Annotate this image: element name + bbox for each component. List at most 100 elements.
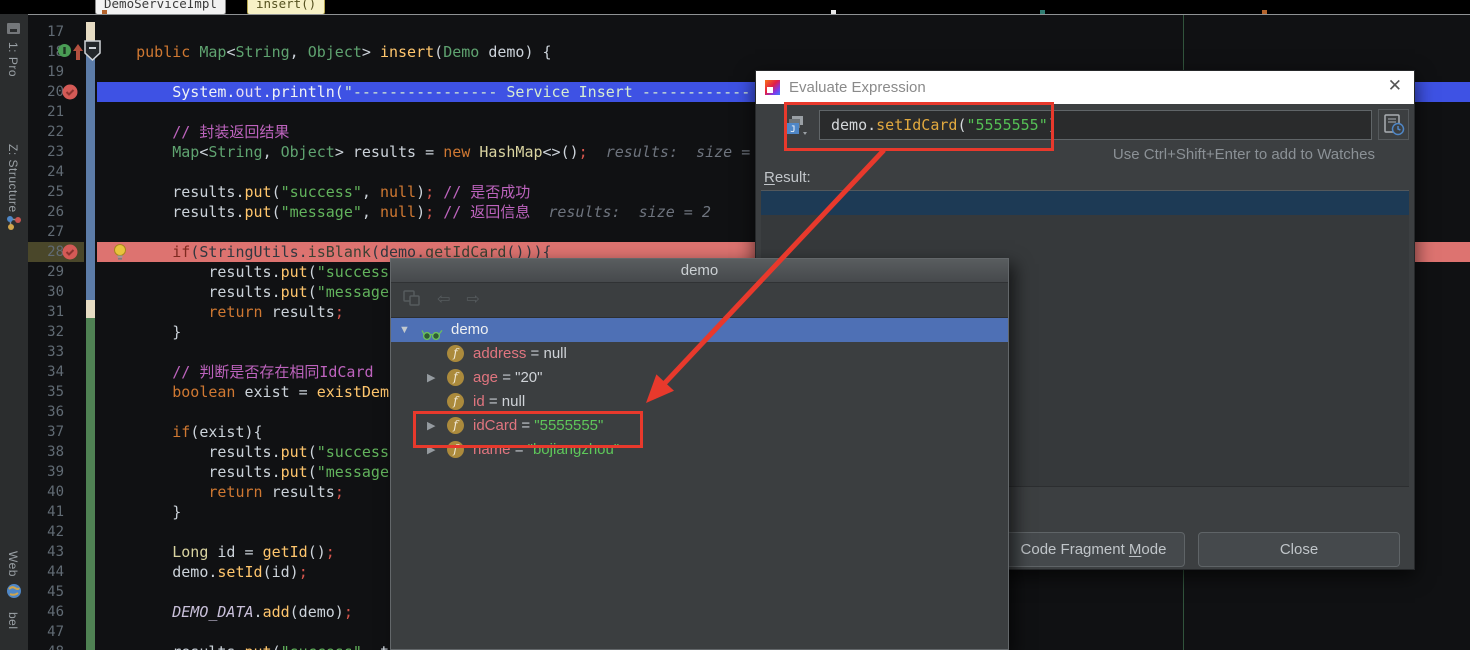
vcs-marker-added [86, 318, 95, 650]
chevron-down-icon[interactable]: ▼ [399, 318, 410, 342]
line-number[interactable]: 25 [34, 182, 64, 202]
line-number[interactable]: 22 [34, 122, 64, 142]
code-text: return results; [100, 302, 344, 322]
tree-row-field-address[interactable]: faddress = null [391, 342, 1008, 366]
result-panel: result = undefined [761, 190, 1409, 216]
line-number[interactable]: 28 [34, 242, 64, 262]
line-number[interactable]: 42 [34, 522, 64, 542]
line-number[interactable]: 45 [34, 582, 64, 602]
field-name: age [473, 369, 498, 386]
line-number[interactable]: 37 [34, 422, 64, 442]
code-text: results.put("success", t [100, 642, 389, 650]
equals-sign: = [498, 369, 515, 386]
copy-icon[interactable] [403, 290, 421, 311]
line-number[interactable]: 47 [34, 622, 64, 642]
field-icon: f [447, 393, 464, 410]
back-arrow-icon[interactable]: ⇦ [437, 292, 450, 308]
breadcrumb-class-chip[interactable]: DemoServiceImpl [95, 0, 226, 14]
watches-hint: Use Ctrl+Shift+Enter to add to Watches [1113, 146, 1375, 163]
tree-row-root-demo[interactable]: ▼ demo [391, 318, 1008, 342]
line-number[interactable]: 38 [34, 442, 64, 462]
code-fragment-mode-button[interactable]: Code Fragment Mode [1002, 532, 1185, 567]
code-text: System.out.println("---------------- Ser… [100, 82, 750, 102]
line-number[interactable]: 21 [34, 102, 64, 122]
line-number[interactable]: 35 [34, 382, 64, 402]
override-marker-icon[interactable] [57, 43, 72, 63]
history-icon[interactable] [1378, 109, 1409, 140]
ide-screen: DemoServiceImpl insert() 1: Pro Z: Struc… [0, 0, 1470, 650]
line-number[interactable]: 19 [34, 62, 64, 82]
line-number[interactable]: 36 [34, 402, 64, 422]
tree-row-field-age[interactable]: ▶fage = "20" [391, 366, 1008, 390]
line-number[interactable]: 31 [34, 302, 64, 322]
line-number[interactable]: 24 [34, 162, 64, 182]
line-number[interactable]: 30 [34, 282, 64, 302]
line-number[interactable]: 26 [34, 202, 64, 222]
idea-logo-icon [765, 80, 780, 95]
code-text: } [100, 502, 181, 522]
line-number[interactable]: 17 [34, 22, 64, 42]
code-line-18[interactable]: 18 public Map<String, Object> insert(Dem… [28, 42, 1470, 62]
line-number[interactable]: 27 [34, 222, 64, 242]
code-text: results.put("success [100, 262, 389, 282]
dialog-titlebar[interactable]: Evaluate Expression ✕ [756, 71, 1414, 104]
line-number[interactable]: 41 [34, 502, 64, 522]
sidebar-item-project[interactable]: 1: Pro [6, 42, 20, 77]
field-value: null [502, 393, 525, 410]
breadcrumb-method-chip[interactable]: insert() [247, 0, 325, 14]
annotation-rect-expression [784, 102, 1054, 151]
chevron-right-icon[interactable]: ▶ [427, 366, 435, 390]
line-number[interactable]: 39 [34, 462, 64, 482]
vcs-marker-changed [86, 300, 95, 318]
line-number[interactable]: 33 [34, 342, 64, 362]
line-number[interactable]: 20 [34, 82, 64, 102]
forward-arrow-icon[interactable]: ⇨ [466, 292, 479, 308]
code-text: results.put("success [100, 442, 389, 462]
code-text: results.put("success", null); // 是否成功 [100, 182, 530, 202]
debugger-inline-hint: results: size = [588, 143, 751, 161]
web-icon[interactable] [5, 582, 23, 600]
stripe-mark [1262, 10, 1267, 14]
line-number[interactable]: 32 [34, 322, 64, 342]
code-text: Long id = getId(); [100, 542, 335, 562]
sidebar-item-label-partial[interactable]: bel [6, 612, 20, 630]
equals-sign: = [485, 393, 502, 410]
debugger-inline-hint: results: size = 2 [530, 203, 711, 221]
line-number[interactable]: 40 [34, 482, 64, 502]
stripe-mark [102, 10, 107, 14]
tree-root-label: demo [451, 318, 489, 342]
project-icon[interactable] [5, 19, 23, 37]
dialog-title: Evaluate Expression [789, 79, 926, 96]
close-button[interactable]: Close [1198, 532, 1400, 567]
sidebar-item-structure[interactable]: Z: Structure [6, 144, 20, 213]
line-number[interactable]: 43 [34, 542, 64, 562]
code-line-17[interactable]: 17 [28, 22, 1470, 42]
sidebar-item-web[interactable]: Web [6, 551, 20, 577]
code-text: } [100, 322, 181, 342]
code-text: results.put("message", null); // 返回信息 re… [100, 202, 711, 222]
editor-top-bar: DemoServiceImpl insert() [0, 0, 1470, 14]
code-text: results.put("message [100, 282, 389, 302]
popup-title[interactable]: demo [391, 259, 1008, 283]
line-number[interactable]: 48 [34, 642, 64, 650]
field-name: id [473, 393, 485, 410]
line-number[interactable]: 23 [34, 142, 64, 162]
popup-toolbar: ⇦ ⇨ [391, 283, 1008, 318]
code-text: boolean exist = existDem [100, 382, 389, 402]
line-number[interactable]: 34 [34, 362, 64, 382]
line-number[interactable]: 46 [34, 602, 64, 622]
editor-flag-icon[interactable] [84, 40, 101, 66]
code-text: public Map<String, Object> insert(Demo d… [100, 42, 552, 62]
field-value: "20" [515, 369, 542, 386]
stripe-mark [1040, 10, 1045, 14]
field-name: address [473, 345, 526, 362]
line-number[interactable]: 44 [34, 562, 64, 582]
code-text: DEMO_DATA.add(demo); [100, 602, 353, 622]
close-icon[interactable]: ✕ [1388, 76, 1402, 96]
code-text: // 封装返回结果 [100, 122, 289, 142]
line-number[interactable]: 29 [34, 262, 64, 282]
result-label: Result: [764, 169, 811, 186]
structure-icon[interactable] [5, 214, 23, 232]
stripe-mark [831, 10, 836, 14]
annotation-rect-idcard [413, 411, 643, 448]
